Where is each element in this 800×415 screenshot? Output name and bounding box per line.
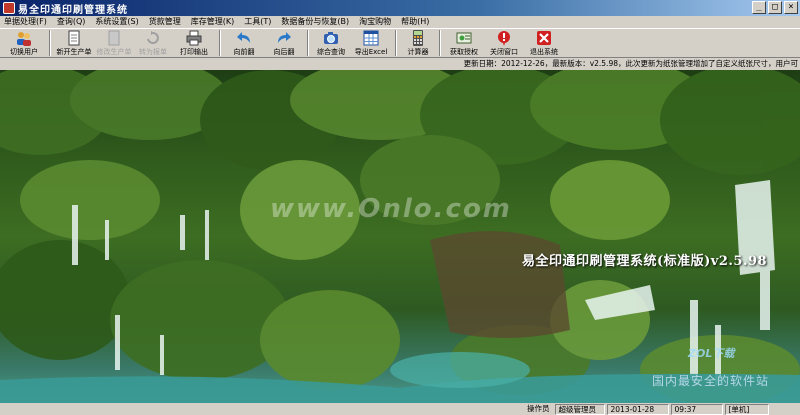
new-order-button[interactable]: 新开生产单 [54,29,94,58]
to-quote-button[interactable]: 转为报单 [134,29,172,58]
app-icon [3,2,15,14]
maximize-button[interactable]: □ [768,1,782,14]
forest-waterfall-picture [0,70,800,403]
window-title: 易全印通印刷管理系统 [18,4,128,16]
operator-label: 操作员 [527,403,550,413]
menu-bar: 单据处理(F) 查询(Q) 系统设置(S) 货款管理 库存管理(K) 工具(T)… [0,16,800,28]
welcome-background: www.Onlo.com 易全印通印刷管理系统(标准版)v2.5.98 ZOL下… [0,70,800,403]
export-excel-button[interactable]: 导出Excel [350,29,392,58]
site-watermark: www.Onlo.com [270,194,512,224]
toolbar-separator [307,30,309,56]
menu-item-query[interactable]: 查询(Q) [53,16,92,28]
menu-item-payments[interactable]: 货款管理 [145,16,187,28]
operator-value: 超级管理员 [554,403,605,415]
new-document-icon [65,30,83,46]
status-time: 09:37 [670,403,723,415]
toolbar-separator [49,30,51,56]
toolbar-separator [219,30,221,56]
status-date: 2013-01-28 [606,403,669,415]
edit-order-button[interactable]: 修改生产单 [94,29,134,58]
edit-document-icon [105,30,123,46]
brand-watermark: ZOL下载 [688,347,735,360]
switch-user-button[interactable]: 切换用户 [2,29,46,58]
exit-icon [535,30,553,46]
calculator-button[interactable]: 计算器 [400,29,436,58]
menu-item-taobao[interactable]: 淘宝购物 [355,16,397,28]
camera-icon [322,30,340,46]
menu-item-documents[interactable]: 单据处理(F) [0,16,53,28]
next-page-button[interactable]: 向后翻 [264,29,304,58]
arrow-left-icon [235,30,253,46]
prev-page-button[interactable]: 向前翻 [224,29,264,58]
spreadsheet-icon [362,30,380,46]
printer-icon [185,30,203,46]
update-notice: 更新日期：2012-12-26，最新版本：v2.5.98，此次更新为纸张管理增加… [463,59,798,68]
arrow-right-icon [275,30,293,46]
menu-item-settings[interactable]: 系统设置(S) [91,16,144,28]
status-bar: 操作员 超级管理员 2013-01-28 09:37 [单机] [0,403,800,415]
close-button[interactable]: × [784,1,798,14]
status-spacer [2,404,522,415]
menu-item-tools[interactable]: 工具(T) [240,16,277,28]
calculator-icon [409,30,427,46]
toolbar: 切换用户 新开生产单 修改生产单 转为报单 打印输出 向前翻 向后翻 综合查询 … [0,28,800,58]
window-controls: _ □ × [752,1,798,14]
license-icon [455,30,473,46]
exit-system-button[interactable]: 退出系统 [524,29,564,58]
users-icon [15,30,33,46]
toolbar-separator [439,30,441,56]
query-button[interactable]: 综合查询 [312,29,350,58]
product-banner: 易全印通印刷管理系统(标准版)v2.5.98 [522,254,768,269]
menu-item-inventory[interactable]: 库存管理(K) [187,16,241,28]
alert-icon [495,30,513,46]
get-license-button[interactable]: 获取授权 [444,29,484,58]
minimize-button[interactable]: _ [752,1,766,14]
title-bar[interactable]: 易全印通印刷管理系统 _ □ × [0,0,800,16]
toolbar-separator [395,30,397,56]
refresh-icon [144,30,162,46]
menu-item-backup[interactable]: 数据备份与恢复(B) [277,16,355,28]
status-mode: [单机] [724,403,769,415]
menu-item-help[interactable]: 帮助(H) [397,16,435,28]
slogan-watermark: 国内最安全的软件站 [652,374,770,388]
close-window-button[interactable]: 关闭窗口 [484,29,524,58]
print-button[interactable]: 打印输出 [172,29,216,58]
